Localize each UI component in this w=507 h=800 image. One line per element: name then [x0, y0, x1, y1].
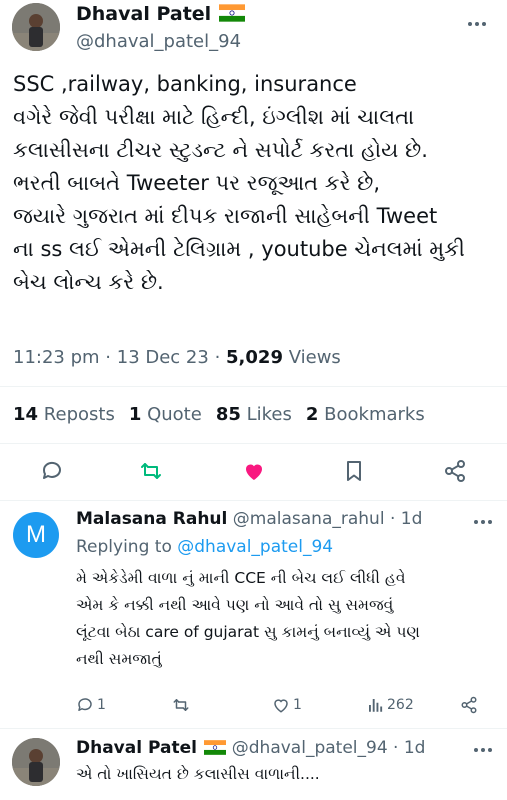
like-icon[interactable] [240, 457, 268, 485]
views-count: 5,029 [226, 347, 283, 368]
quotes-count: 1 [128, 404, 142, 425]
second-reply-avatar[interactable] [12, 738, 60, 786]
views-label: Views [288, 347, 341, 368]
reply-icon[interactable] [38, 457, 66, 485]
tweet-action-bar [0, 457, 507, 487]
reply-views-button[interactable]: 262 [366, 696, 414, 714]
meta-separator: · [105, 347, 117, 368]
author-name[interactable]: Dhaval Patel [76, 3, 246, 25]
divider [0, 728, 507, 729]
second-reply-separator: · [393, 738, 399, 758]
reposts-label: Reposts [43, 404, 115, 425]
reply-action-bar: 1 1 262 [76, 696, 496, 718]
like-icon [274, 699, 288, 713]
tweet-text: SSC ,railway, banking, insurance વગેરે જ… [13, 72, 465, 294]
more-options-icon[interactable] [474, 748, 492, 752]
reply-author-handle[interactable]: @malasana_rahul [233, 509, 385, 529]
second-reply-text: એ તો ખાસિયત છે કલાસીસ વાળાની.... [76, 765, 320, 783]
divider [0, 386, 507, 387]
reposts-stat[interactable]: 14 Reposts [13, 404, 115, 425]
replying-to-link[interactable]: @dhaval_patel_94 [177, 537, 333, 557]
divider [0, 500, 507, 501]
views-icon [369, 699, 383, 712]
likes-stat[interactable]: 85 Likes [216, 404, 292, 425]
reply-like-count: 1 [293, 697, 302, 713]
second-reply-age[interactable]: 1d [404, 738, 426, 758]
second-reply-header: Dhaval Patel @dhaval_patel_94 · 1d [76, 738, 425, 758]
likes-label: Likes [246, 404, 292, 425]
author-name-text[interactable]: Dhaval Patel [76, 3, 211, 25]
divider [0, 443, 507, 444]
india-flag-icon [204, 740, 227, 755]
author-avatar[interactable] [12, 3, 60, 51]
reply-reply-count: 1 [97, 697, 106, 713]
reply-reply-button[interactable]: 1 [76, 696, 106, 714]
replying-label: Replying to [76, 537, 172, 557]
reply-author-name[interactable]: Malasana Rahul [76, 509, 227, 529]
more-options-icon[interactable] [468, 22, 486, 26]
quotes-stat[interactable]: 1 Quote [129, 404, 202, 425]
reply-view-count: 262 [387, 697, 414, 713]
engagement-stats: 14 Reposts 1 Quote 85 Likes 2 Bookmarks [13, 404, 425, 425]
reply-header: Malasana Rahul @malasana_rahul · 1d [76, 509, 422, 529]
second-reply-author-name[interactable]: Dhaval Patel [76, 738, 197, 758]
more-options-icon[interactable] [474, 520, 492, 524]
reply-like-button[interactable]: 1 [272, 696, 302, 714]
reposts-count: 14 [13, 404, 39, 425]
repost-icon[interactable] [137, 457, 165, 485]
bookmark-icon[interactable] [340, 457, 368, 485]
reply-avatar[interactable]: M [13, 512, 59, 558]
reply-text: મે એકેડેમી વાળા નું માની CCE ની બેચ લઈ લ… [76, 569, 420, 668]
tweet-date[interactable]: 13 Dec 23 [117, 347, 209, 368]
india-flag-icon [219, 4, 246, 22]
bookmarks-stat[interactable]: 2 Bookmarks [306, 404, 425, 425]
second-reply-author-handle[interactable]: @dhaval_patel_94 [232, 738, 388, 758]
reply-separator: · [389, 509, 396, 529]
share-icon [461, 696, 477, 714]
likes-count: 85 [215, 404, 241, 425]
author-handle[interactable]: @dhaval_patel_94 [76, 31, 241, 52]
reply-repost-button[interactable] [172, 696, 190, 714]
share-icon[interactable] [441, 457, 469, 485]
reply-age[interactable]: 1d [401, 509, 423, 529]
meta-separator: · [214, 347, 227, 368]
bookmarks-label: Bookmarks [324, 404, 425, 425]
reply-icon [78, 698, 92, 711]
repost-icon [173, 699, 189, 711]
tweet-meta: 11:23 pm · 13 Dec 23 · 5,029 Views [13, 347, 341, 368]
replying-to: Replying to @dhaval_patel_94 [76, 537, 333, 557]
quotes-label: Quote [147, 404, 202, 425]
bookmarks-count: 2 [305, 404, 319, 425]
reply-share-button[interactable] [460, 696, 478, 714]
tweet-time[interactable]: 11:23 pm [13, 347, 100, 368]
